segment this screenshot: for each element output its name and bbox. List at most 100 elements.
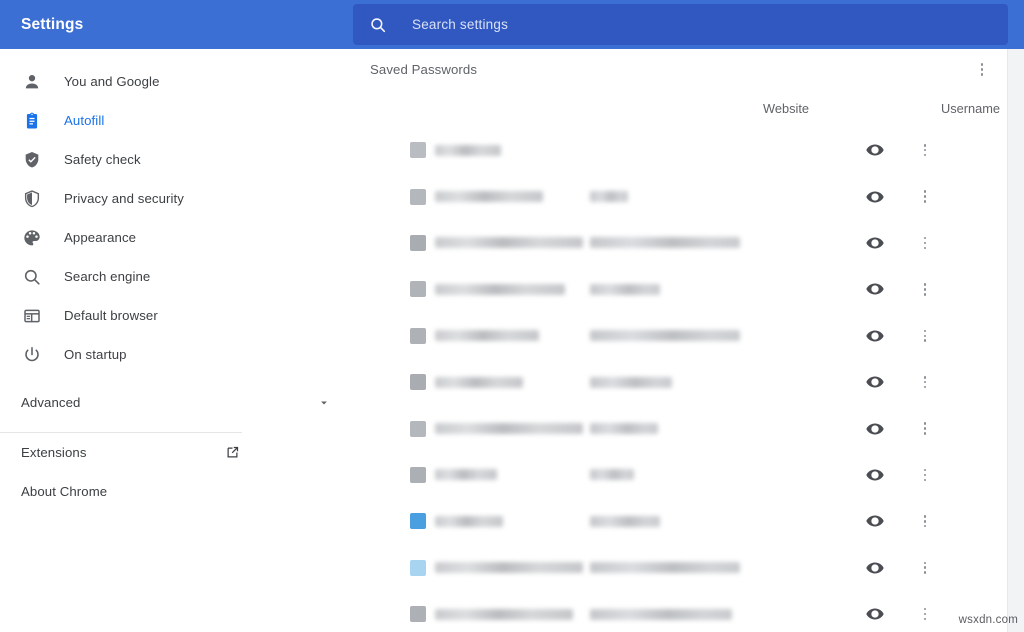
sidebar-item-privacy-and-security[interactable]: Privacy and security [0, 179, 353, 218]
main-content: Saved Passwords Website Username Passwor… [353, 49, 1024, 632]
person-icon [21, 71, 43, 93]
favicon [410, 559, 426, 576]
sidebar: You and Google Autofill Safety check Privac… [0, 49, 353, 632]
kebab-menu-icon[interactable] [917, 466, 933, 484]
username-value [590, 376, 672, 388]
sidebar-item-label: Appearance [64, 230, 137, 245]
favicon [410, 188, 426, 205]
sidebar-item-autofill[interactable]: Autofill [0, 101, 353, 140]
favicon [410, 466, 426, 483]
sidebar-item-advanced[interactable]: Advanced [0, 383, 353, 422]
sidebar-item-safety-check[interactable]: Safety check [0, 140, 353, 179]
sidebar-item-search-engine[interactable]: Search engine [0, 257, 353, 296]
kebab-menu-icon[interactable] [917, 141, 933, 159]
sidebar-item-about-chrome[interactable]: About Chrome [0, 472, 353, 511]
kebab-menu-icon[interactable] [917, 373, 933, 391]
sidebar-item-on-startup[interactable]: On startup [0, 335, 353, 374]
card-header: Saved Passwords [353, 49, 1007, 90]
sidebar-item-appearance[interactable]: Appearance [0, 218, 353, 257]
username-value [590, 283, 660, 295]
website-value [435, 144, 501, 156]
table-row[interactable] [353, 405, 1007, 451]
eye-icon[interactable] [865, 187, 885, 207]
sidebar-item-label: About Chrome [21, 484, 108, 499]
table-row[interactable] [353, 266, 1007, 312]
kebab-menu-icon[interactable] [917, 327, 933, 345]
website-value [435, 376, 523, 388]
favicon [410, 374, 426, 391]
sidebar-item-label: Autofill [64, 113, 105, 128]
kebab-menu-icon[interactable] [917, 420, 933, 438]
search-input[interactable]: Search settings [353, 4, 1008, 45]
eye-icon[interactable] [865, 279, 885, 299]
column-header-username: Username [941, 101, 1001, 116]
kebab-menu-icon[interactable] [917, 512, 933, 530]
eye-icon[interactable] [865, 558, 885, 578]
website-value [435, 191, 543, 203]
kebab-menu-icon[interactable] [917, 188, 933, 206]
eye-icon[interactable] [865, 511, 885, 531]
kebab-menu-icon[interactable] [917, 605, 933, 623]
favicon [410, 513, 426, 530]
username-value [590, 191, 628, 203]
username-value [590, 237, 740, 249]
palette-icon [21, 227, 43, 249]
column-header-website: Website [763, 101, 809, 116]
website-value [435, 237, 583, 249]
top-bar: Settings Search settings [0, 0, 1024, 49]
kebab-menu-icon[interactable] [917, 234, 933, 252]
table-column-headers: Website Username Password [353, 90, 1007, 127]
website-value [435, 423, 583, 435]
username-value [590, 469, 634, 481]
table-row[interactable] [353, 545, 1007, 591]
eye-icon[interactable] [865, 604, 885, 624]
sidebar-item-you-and-google[interactable]: You and Google [0, 62, 353, 101]
website-value [435, 469, 497, 481]
eye-icon[interactable] [865, 465, 885, 485]
eye-icon[interactable] [865, 140, 885, 160]
kebab-menu-icon[interactable] [973, 61, 991, 79]
saved-passwords-card: Saved Passwords Website Username Passwor… [353, 49, 1008, 632]
kebab-menu-icon[interactable] [917, 280, 933, 298]
table-row[interactable] [353, 359, 1007, 405]
password-list [353, 127, 1007, 632]
page-title: Settings [21, 15, 84, 33]
favicon [410, 327, 426, 344]
username-value [590, 515, 660, 527]
website-value [435, 608, 573, 620]
table-row[interactable] [353, 452, 1007, 498]
website-value [435, 515, 503, 527]
browser-window-icon [21, 305, 43, 327]
favicon [410, 234, 426, 251]
table-row[interactable] [353, 498, 1007, 544]
table-row[interactable] [353, 127, 1007, 173]
eye-icon[interactable] [865, 326, 885, 346]
shield-half-icon [21, 188, 43, 210]
favicon [410, 142, 426, 159]
chevron-down-icon [317, 396, 331, 410]
sidebar-item-label: Privacy and security [64, 191, 184, 206]
eye-icon[interactable] [865, 372, 885, 392]
table-row[interactable] [353, 591, 1007, 632]
sidebar-item-extensions[interactable]: Extensions [0, 433, 353, 472]
favicon [410, 606, 426, 623]
favicon [410, 281, 426, 298]
watermark: wsxdn.com [958, 614, 1018, 626]
table-row[interactable] [353, 220, 1007, 266]
username-value [590, 423, 658, 435]
table-row[interactable] [353, 313, 1007, 359]
username-value [590, 562, 740, 574]
eye-icon[interactable] [865, 419, 885, 439]
sidebar-item-label: On startup [64, 347, 127, 362]
favicon [410, 420, 426, 437]
eye-icon[interactable] [865, 233, 885, 253]
sidebar-item-default-browser[interactable]: Default browser [0, 296, 353, 335]
card-title: Saved Passwords [370, 62, 478, 77]
shield-check-icon [21, 149, 43, 171]
chrome-settings-window: Settings Search settings You and Google A… [0, 0, 1024, 632]
kebab-menu-icon[interactable] [917, 559, 933, 577]
sidebar-item-label: You and Google [64, 74, 160, 89]
power-icon [21, 344, 43, 366]
table-row[interactable] [353, 173, 1007, 219]
external-link-icon [225, 445, 240, 460]
